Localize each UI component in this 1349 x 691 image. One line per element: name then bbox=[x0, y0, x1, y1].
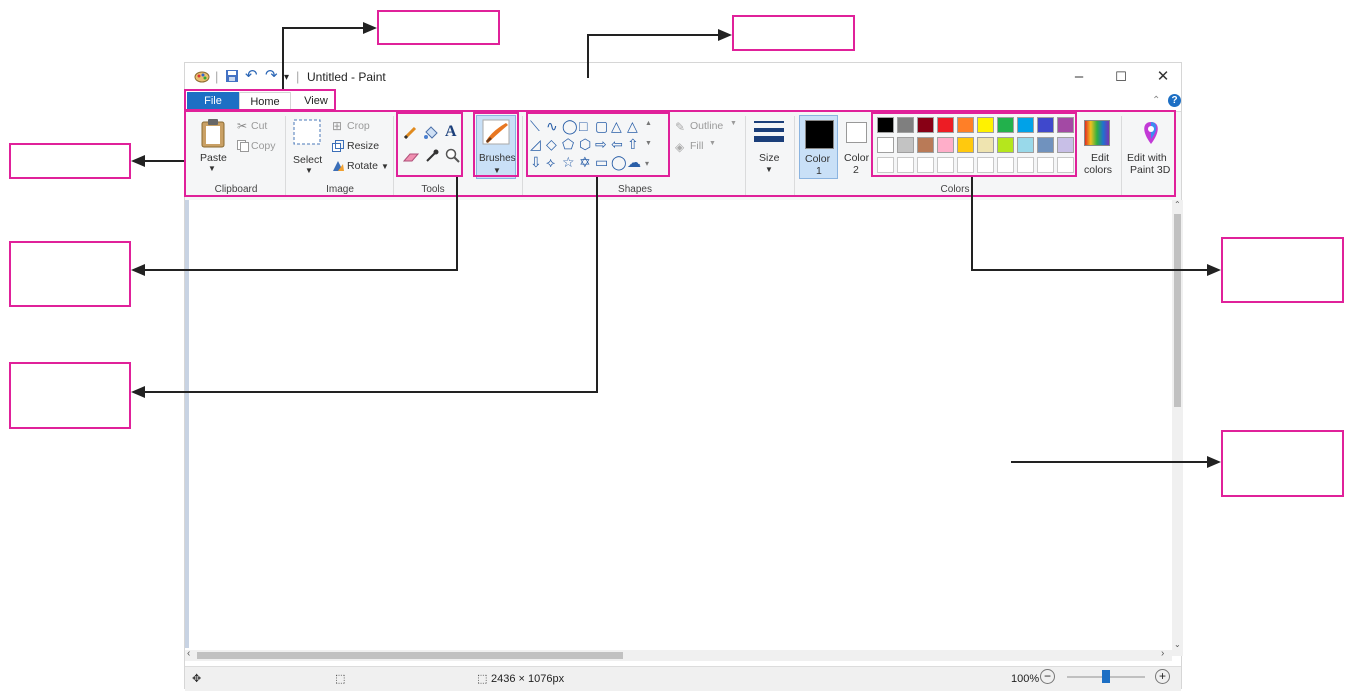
label-box-ribbon bbox=[9, 143, 131, 179]
canvas-size-text: 2436 × 1076px bbox=[491, 673, 565, 685]
label-box-tabs bbox=[377, 10, 500, 45]
label-box-tools bbox=[9, 241, 131, 307]
customize-toolbar-icon[interactable]: ▾ bbox=[284, 72, 289, 83]
arrow-head bbox=[131, 264, 145, 276]
minimize-button[interactable]: – bbox=[1063, 66, 1095, 88]
arrow-head bbox=[1207, 456, 1221, 468]
toolbar-divider: | bbox=[215, 69, 219, 84]
cursor-position-icon: ✥ bbox=[192, 673, 202, 685]
zoom-out-button[interactable]: − bbox=[1040, 669, 1055, 684]
arrow-head bbox=[131, 155, 145, 167]
vertical-scroll-thumb[interactable] bbox=[1174, 214, 1181, 407]
scroll-up-icon[interactable]: ⌃ bbox=[1174, 200, 1181, 209]
zoom-slider-thumb[interactable] bbox=[1102, 670, 1110, 683]
zoom-in-button[interactable]: + bbox=[1155, 669, 1170, 684]
highlight-tools bbox=[396, 112, 463, 177]
save-icon[interactable] bbox=[225, 69, 239, 86]
undo-icon[interactable]: ↶ bbox=[245, 66, 258, 84]
label-box-colors bbox=[1221, 237, 1344, 303]
connector-line bbox=[971, 177, 973, 271]
connector-line bbox=[145, 160, 184, 162]
selection-size-icon: ⬚ bbox=[335, 673, 346, 685]
drawing-canvas[interactable] bbox=[185, 200, 1172, 648]
highlight-colors bbox=[871, 112, 1077, 177]
arrow-head bbox=[131, 386, 145, 398]
canvas-size-icon: ⬚ bbox=[477, 673, 488, 685]
zoom-percentage: 100% bbox=[1011, 673, 1040, 685]
title-divider: | bbox=[296, 69, 300, 84]
connector-line bbox=[971, 269, 1207, 271]
connector-line bbox=[587, 34, 718, 36]
arrow-head bbox=[363, 22, 377, 34]
label-box-canvas bbox=[1221, 430, 1344, 497]
redo-icon[interactable]: ↷ bbox=[265, 66, 278, 84]
highlight-shapes bbox=[526, 112, 670, 177]
help-icon[interactable]: ? bbox=[1168, 94, 1181, 107]
maximize-button[interactable]: ☐ bbox=[1105, 66, 1137, 88]
highlight-brushes bbox=[473, 112, 519, 177]
label-box-shapes bbox=[9, 362, 131, 429]
paint-app-icon[interactable] bbox=[194, 69, 210, 86]
connector-line bbox=[456, 177, 458, 270]
close-button[interactable]: ✕ bbox=[1147, 66, 1179, 88]
connector-line bbox=[1011, 461, 1207, 463]
title-bar: | ↶ ↷ ▾ | Untitled - Paint – ☐ ✕ bbox=[185, 63, 1181, 90]
arrow-head bbox=[1207, 264, 1221, 276]
scroll-left-icon[interactable]: ‹ bbox=[187, 648, 190, 659]
connector-line bbox=[145, 269, 458, 271]
horizontal-scrollbar[interactable]: ‹ › bbox=[185, 648, 1172, 661]
arrow-head bbox=[718, 29, 732, 41]
collapse-ribbon-icon[interactable]: ⌃ bbox=[1152, 95, 1160, 106]
status-bar: ✥ ⬚ ⬚ 2436 × 1076px 100% − + bbox=[185, 666, 1181, 691]
zoom-slider-track[interactable] bbox=[1067, 670, 1145, 683]
scroll-right-icon[interactable]: › bbox=[1161, 648, 1164, 659]
connector-line bbox=[587, 34, 589, 78]
connector-line bbox=[282, 27, 363, 29]
horizontal-scroll-thumb[interactable] bbox=[197, 652, 623, 659]
label-box-title-bar bbox=[732, 15, 855, 51]
connector-line bbox=[282, 27, 284, 89]
highlight-tabs bbox=[184, 89, 336, 111]
scroll-down-icon[interactable]: ⌄ bbox=[1174, 640, 1181, 649]
connector-line bbox=[596, 177, 598, 392]
connector-line bbox=[145, 391, 598, 393]
window-title: Untitled - Paint bbox=[307, 70, 386, 84]
